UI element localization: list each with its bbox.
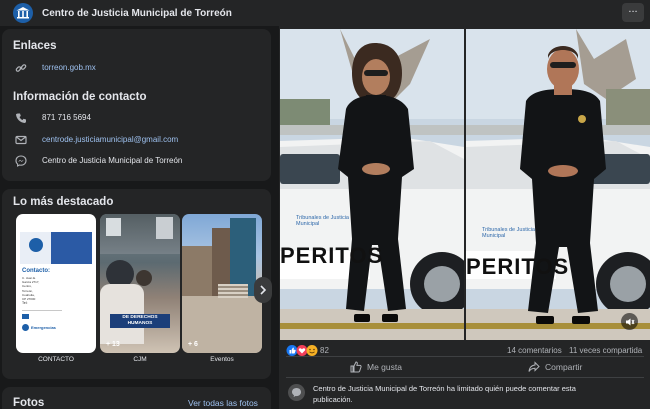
- messenger-icon: [15, 155, 27, 167]
- cjm-overlay-text: DE DERECHOS HUMANOS: [110, 314, 170, 328]
- links-title: Enlaces: [13, 40, 57, 52]
- highlights-next-button[interactable]: [254, 277, 272, 303]
- page-name[interactable]: Centro de Justicia Municipal de Torreón: [42, 8, 232, 19]
- share-label: Compartir: [545, 362, 583, 372]
- divider-top: [286, 356, 644, 357]
- institution-icon: [16, 7, 30, 19]
- contact-card-photo: [51, 232, 92, 264]
- speaker-icon: [625, 318, 634, 325]
- page-logo[interactable]: [13, 3, 33, 23]
- page-header: Centro de Justicia Municipal de Torreón …: [0, 0, 650, 26]
- highlight-label-cjm[interactable]: CJM: [100, 356, 180, 363]
- photo-2-vehicle-text: PERITOS: [466, 254, 570, 279]
- contact-page[interactable]: Centro de Justicia Municipal de Torreón: [42, 156, 182, 165]
- officer-photo-2: [466, 29, 650, 340]
- divider-bottom: [286, 377, 644, 378]
- cjm-sign-right: [156, 217, 173, 239]
- highlight-cjm[interactable]: DE DERECHOS HUMANOS + 13: [100, 214, 180, 353]
- website-link[interactable]: torreon.gob.mx: [42, 63, 96, 72]
- thumbs-up-icon: [350, 361, 362, 373]
- photos-title: Fotos: [13, 397, 45, 409]
- photo-1-logo-text: Tribunales de Justicia Municipal: [296, 215, 349, 227]
- contact-card-mail-icon: [22, 314, 29, 319]
- contact-email[interactable]: centrode.justiciamunicipal@gmail.com: [42, 135, 178, 144]
- contact-card-emergency: Emergencias: [31, 325, 56, 330]
- contact-title: Información de contacto: [13, 91, 147, 103]
- share-arrow-icon: [528, 361, 540, 372]
- eventos-stairs: [218, 284, 248, 298]
- comment-restriction-notice: Centro de Justicia Municipal de Torreón …: [313, 384, 576, 404]
- more-options-button[interactable]: ...: [622, 3, 644, 22]
- officer-photo-1: [280, 29, 464, 340]
- like-button[interactable]: Me gusta: [350, 360, 402, 374]
- contact-phone[interactable]: 871 716 5694: [42, 113, 91, 122]
- reaction-count[interactable]: 82: [320, 346, 329, 355]
- email-icon: [15, 135, 27, 145]
- shares-count[interactable]: 11 veces compartida: [569, 346, 642, 355]
- mute-button[interactable]: [621, 313, 638, 330]
- cjm-count: + 13: [106, 341, 120, 348]
- highlight-contact[interactable]: Contacto: C. Juan E. García 2717, Centro…: [16, 214, 96, 353]
- chevron-right-icon: [260, 285, 267, 295]
- page-avatar: [288, 384, 305, 401]
- comments-count[interactable]: 14 comentarios: [507, 346, 562, 355]
- photo-2-logo-text: Tribunales de Justicia Municipal: [482, 227, 535, 239]
- post-photo-2[interactable]: Tribunales de Justicia Municipal PERITOS: [466, 29, 650, 340]
- contact-card-divider: [22, 310, 62, 311]
- comment-bubble-icon: [292, 388, 301, 397]
- highlight-eventos[interactable]: + 6: [182, 214, 262, 353]
- eventos-wall: [182, 246, 212, 296]
- phone-icon: [16, 113, 26, 123]
- cjm-person-far: [136, 270, 152, 286]
- highlights-title: Lo más destacado: [13, 196, 114, 208]
- link-icon: [15, 64, 27, 72]
- highlight-label-contacto[interactable]: CONTACTO: [16, 356, 96, 363]
- cjm-sign-left: [106, 218, 121, 236]
- like-label: Me gusta: [367, 362, 402, 372]
- contact-card-logo: [29, 238, 43, 252]
- contact-card-emergency-icon: [22, 324, 29, 331]
- contact-card-banner: [20, 232, 92, 264]
- share-button[interactable]: Compartir: [528, 360, 582, 374]
- eventos-count: + 6: [188, 341, 198, 348]
- contact-card-address: C. Juan E. García 2717, Centro, Torreón,…: [22, 276, 40, 302]
- contact-card-heading: Contacto:: [22, 268, 50, 274]
- contact-card-tel: Tel:: [22, 301, 28, 305]
- see-all-photos-link[interactable]: Ver todas las fotos: [188, 398, 258, 408]
- photo-1-vehicle-text: PERITOS: [280, 243, 384, 268]
- post-photo-1[interactable]: Tribunales de Justicia Municipal PERITOS: [280, 29, 464, 340]
- highlight-label-eventos[interactable]: Eventos: [182, 356, 262, 363]
